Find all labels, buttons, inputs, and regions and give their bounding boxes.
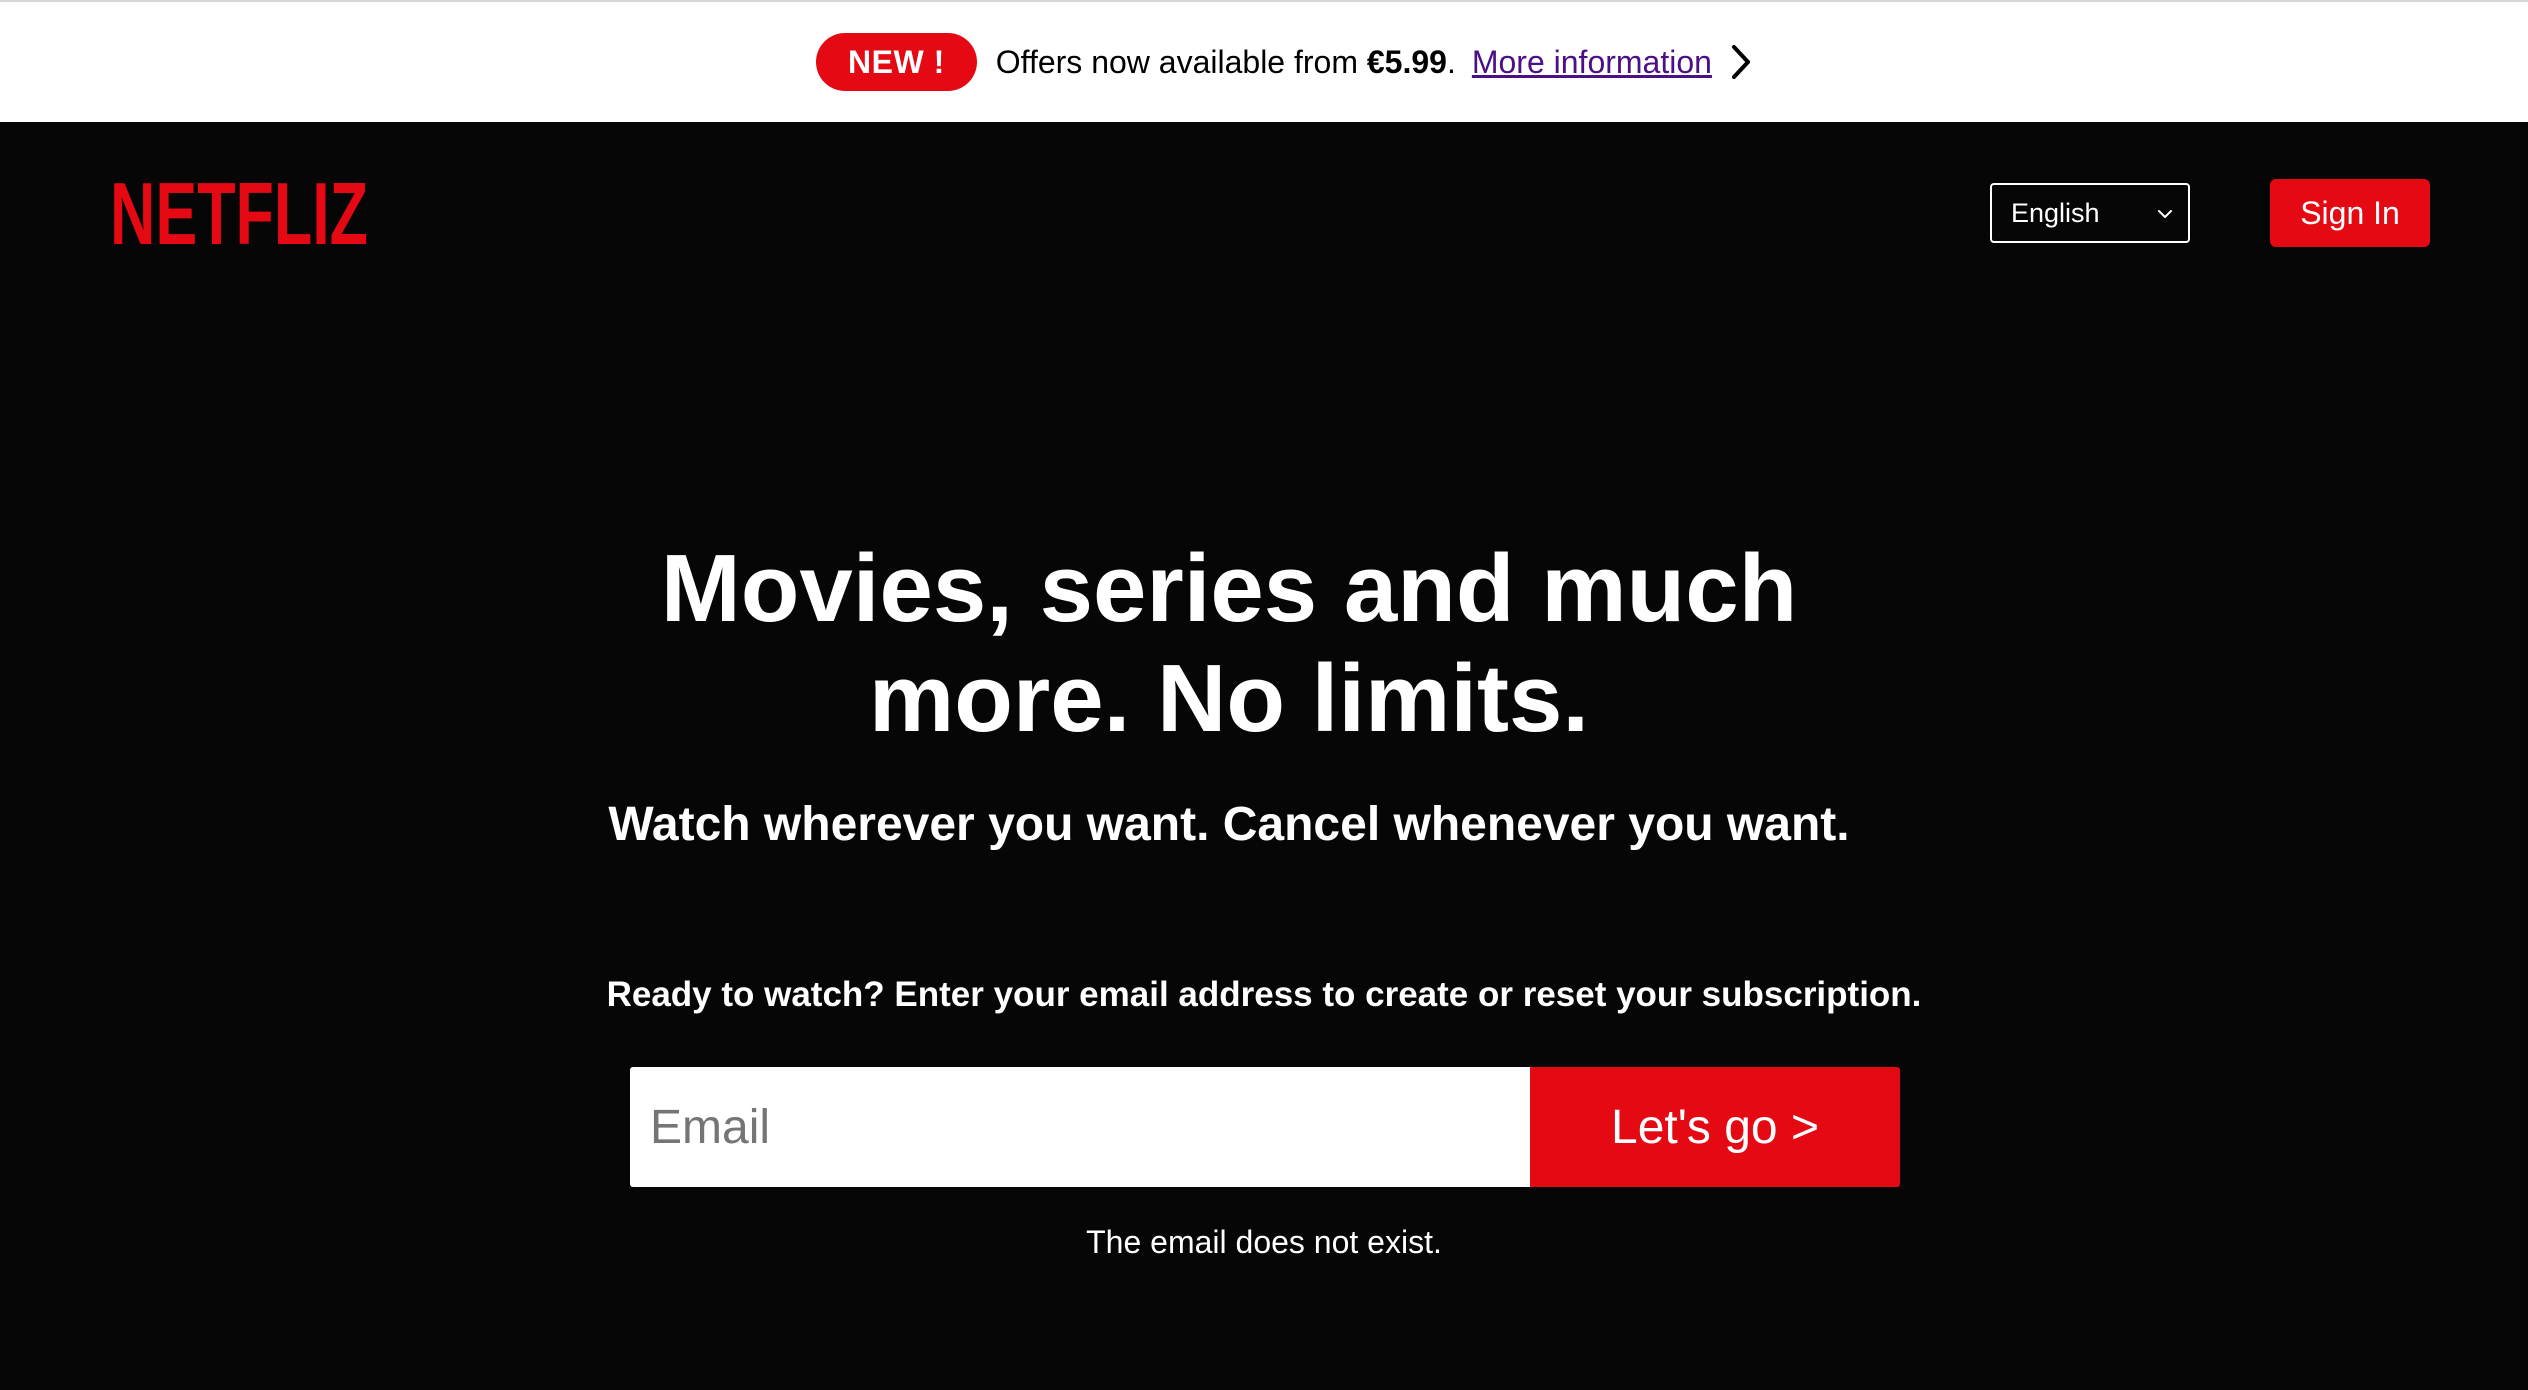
promo-content: NEW ! Offers now available from €5.99. M… [816, 33, 1754, 91]
language-select[interactable]: English [1990, 183, 2190, 243]
promo-banner: NEW ! Offers now available from €5.99. M… [0, 0, 2528, 122]
hero-subtitle: Watch wherever you want. Cancel whenever… [608, 798, 1850, 851]
sign-in-button[interactable]: Sign In [2270, 179, 2430, 247]
email-error-message: The email does not exist. [1086, 1224, 1442, 1260]
email-prompt: Ready to watch? Enter your email address… [606, 975, 1922, 1014]
chevron-right-icon[interactable] [1726, 42, 1754, 82]
language-selected-value: English [2011, 197, 2100, 228]
promo-text: Offers now available from €5.99. [996, 44, 1456, 81]
chevron-down-icon [2158, 210, 2172, 218]
lets-go-button[interactable]: Let's go > [1530, 1067, 1900, 1187]
hero-title: Movies, series and much more. No limits. [660, 535, 1798, 752]
promo-price: €5.99 [1366, 43, 1447, 80]
promo-text-prefix: Offers now available from [995, 43, 1367, 80]
netfliz-logo[interactable]: NETFLIZ [110, 172, 370, 252]
more-information-link[interactable]: More information [1472, 44, 1712, 81]
promo-text-suffix: . [1446, 43, 1456, 80]
new-badge: NEW ! [816, 33, 977, 91]
email-input[interactable] [630, 1067, 1530, 1187]
logo-text: NETFLIZ [110, 172, 368, 252]
